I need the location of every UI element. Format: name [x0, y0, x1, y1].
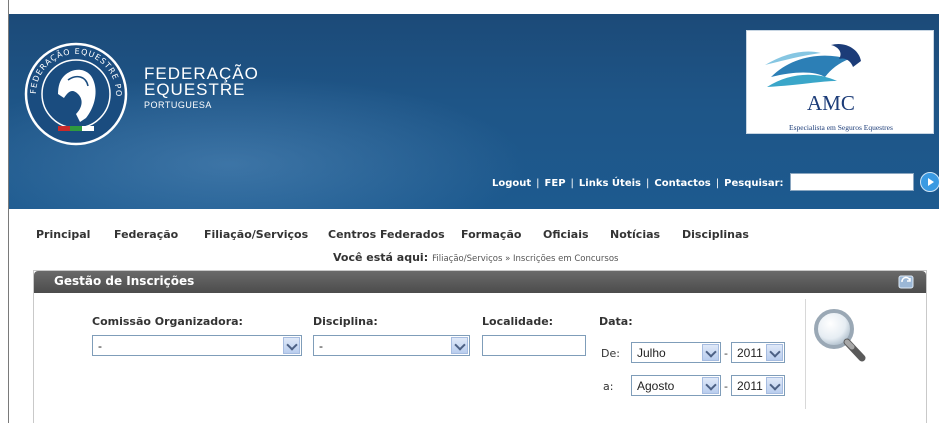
magnifier-search-icon[interactable] — [810, 305, 870, 367]
site-header: FEDERAÇÃO EQUESTRE PORTUGUESA FEDERAÇÃO … — [9, 14, 939, 209]
a-dash: - — [724, 380, 728, 393]
disciplina-selected-value: - — [319, 339, 323, 353]
amc-horse-logo — [765, 43, 861, 87]
search-input[interactable] — [790, 173, 914, 191]
data-label: Data: — [599, 315, 633, 328]
refresh-icon[interactable] — [898, 275, 914, 289]
separator: | — [570, 178, 574, 189]
de-month-select[interactable]: Julho — [631, 342, 721, 363]
top-links-bar: Logout | FEP | Links Úteis | Contactos | Pesquis… — [492, 178, 784, 189]
breadcrumb-label: Você está aqui: — [333, 251, 429, 264]
breadcrumb: Você está aqui: Filiação/Serviços » Inscr… — [333, 246, 618, 265]
comissao-selected-value: - — [98, 339, 102, 353]
chevron-down-icon[interactable] — [702, 344, 719, 361]
de-month-value: Julho — [637, 346, 666, 360]
search-label: Pesquisar: — [724, 178, 784, 189]
amc-sponsor-banner[interactable]: AMC Especialista em Seguros Equestres — [746, 30, 934, 134]
inscricoes-panel: Gestão de Inscrições Comissão Organizado… — [33, 270, 927, 423]
separator: | — [646, 178, 650, 189]
localidade-input[interactable] — [482, 335, 586, 356]
fep-seal-logo[interactable]: FEDERAÇÃO EQUESTRE PORTUGUESA — [24, 42, 128, 146]
de-year-select[interactable]: 2011 — [731, 342, 785, 363]
separator: | — [715, 178, 720, 189]
nav-item-centros-federados[interactable]: Centros Federados — [328, 228, 445, 241]
disciplina-label: Disciplina: — [313, 315, 378, 328]
a-year-value: 2011 — [737, 379, 763, 393]
nav-item-filiacao-servicos[interactable]: Filiação/Serviços — [204, 228, 308, 241]
links-uteis-link[interactable]: Links Úteis — [579, 178, 641, 189]
panel-title: Gestão de Inscrições — [54, 274, 195, 288]
amc-name: AMC — [807, 91, 855, 115]
search-divider — [805, 299, 806, 409]
nav-item-formacao[interactable]: Formação — [461, 228, 521, 241]
contactos-link[interactable]: Contactos — [654, 178, 710, 189]
chevron-down-icon[interactable] — [766, 377, 783, 394]
a-label: a: — [603, 380, 614, 393]
logout-link[interactable]: Logout — [492, 178, 531, 189]
panel-header: Gestão de Inscrições — [34, 271, 926, 293]
chevron-down-icon[interactable] — [702, 377, 719, 394]
de-label: De: — [601, 347, 620, 360]
de-year-value: 2011 — [737, 346, 763, 360]
nav-item-noticias[interactable]: Notícias — [610, 228, 660, 241]
a-month-select[interactable]: Agosto — [631, 375, 721, 396]
nav-item-federacao[interactable]: Federação — [114, 228, 178, 241]
comissao-label: Comissão Organizadora: — [92, 315, 243, 328]
amc-tagline: Especialista em Seguros Equestres — [789, 123, 893, 132]
chevron-down-icon[interactable] — [766, 344, 783, 361]
search-go-button[interactable] — [920, 172, 939, 192]
nav-item-oficiais[interactable]: Oficiais — [543, 228, 589, 241]
chevron-down-icon[interactable] — [451, 337, 468, 354]
fep-link[interactable]: FEP — [545, 178, 566, 189]
separator: | — [536, 178, 540, 189]
nav-item-disciplinas[interactable]: Disciplinas — [682, 228, 749, 241]
logo-line-equestre: EQUESTRE — [144, 80, 246, 99]
disciplina-select[interactable]: - — [313, 335, 470, 356]
de-dash: - — [724, 347, 728, 360]
a-month-value: Agosto — [637, 379, 675, 393]
nav-item-principal[interactable]: Principal — [36, 228, 90, 241]
a-year-select[interactable]: 2011 — [731, 375, 785, 396]
localidade-label: Localidade: — [482, 315, 554, 328]
breadcrumb-path[interactable]: Filiação/Serviços » Inscrições em Concur… — [432, 254, 618, 264]
chevron-down-icon[interactable] — [283, 337, 300, 354]
comissao-select[interactable]: - — [92, 335, 302, 356]
logo-line-portuguesa: PORTUGUESA — [144, 100, 212, 110]
fep-wordmark[interactable]: FEDERAÇÃO EQUESTRE PORTUGUESA — [144, 65, 259, 110]
